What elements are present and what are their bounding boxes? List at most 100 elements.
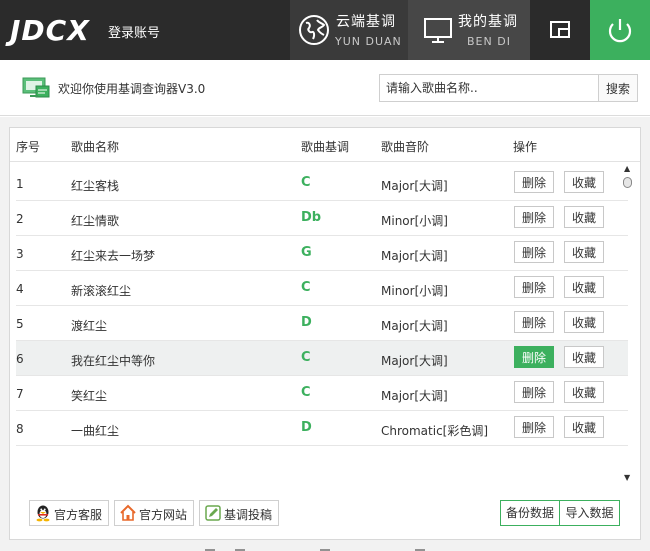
row-song-name: 我在红尘中等你: [71, 354, 156, 368]
submit-tone-label: 基调投稿: [224, 508, 273, 522]
favorite-button[interactable]: 收藏: [564, 311, 604, 333]
row-song-name: 一曲红尘: [71, 424, 120, 438]
welcome-message: 欢迎你使用基调查询器V3.0: [58, 82, 206, 96]
row-index: 7: [16, 387, 24, 401]
table-row[interactable]: 4 新滚滚红尘 C Minor[小调] 删除 收藏: [16, 271, 628, 306]
table-row[interactable]: 3 红尘来去一场梦 G Major[大调] 删除 收藏: [16, 236, 628, 271]
row-song-name: 红尘客栈: [71, 179, 120, 193]
row-song-scale: Chromatic[彩色调]: [381, 424, 489, 438]
table-header: 序号 歌曲名称 歌曲基调 歌曲音阶 操作: [10, 128, 640, 162]
row-song-scale: Major[大调]: [381, 389, 448, 403]
row-index: 5: [16, 317, 24, 331]
row-song-scale: Major[大调]: [381, 319, 448, 333]
power-button[interactable]: [590, 0, 650, 60]
table-row[interactable]: 2 红尘情歌 Db Minor[小调] 删除 收藏: [16, 201, 628, 236]
header-action: 操作: [513, 140, 538, 154]
row-song-key: Db: [301, 210, 322, 225]
favorite-button[interactable]: 收藏: [564, 171, 604, 193]
row-song-name: 新滚滚红尘: [71, 284, 132, 298]
table-row[interactable]: 7 笑红尘 C Major[大调] 删除 收藏: [16, 376, 628, 411]
row-index: 8: [16, 422, 24, 436]
delete-button[interactable]: 删除: [514, 276, 554, 298]
delete-button[interactable]: 删除: [514, 311, 554, 333]
favorite-button[interactable]: 收藏: [564, 346, 604, 368]
delete-button[interactable]: 删除: [514, 171, 554, 193]
favorite-button[interactable]: 收藏: [564, 381, 604, 403]
official-service-label: 官方客服: [54, 508, 103, 522]
favorite-button[interactable]: 收藏: [564, 276, 604, 298]
row-song-scale: Major[大调]: [381, 179, 448, 193]
row-song-key: C: [301, 350, 311, 365]
nav-local-subtitle: BEN DI: [467, 35, 511, 48]
row-song-scale: Minor[小调]: [381, 214, 448, 228]
row-song-key: C: [301, 175, 311, 190]
scroll-up-icon[interactable]: ▲: [624, 164, 630, 173]
row-song-name: 渡红尘: [71, 319, 108, 333]
table-scrollbar[interactable]: ▲ ▼: [622, 164, 634, 485]
delete-button[interactable]: 删除: [514, 206, 554, 228]
row-song-key: D: [301, 315, 312, 330]
row-index: 1: [16, 177, 24, 191]
song-search-input[interactable]: [379, 74, 599, 102]
song-table-panel: 序号 歌曲名称 歌曲基调 歌曲音阶 操作 1 红尘客栈 C Major[大调] 删除 收藏…: [9, 127, 641, 540]
monitor-icon: [424, 18, 452, 43]
delete-button[interactable]: 删除: [514, 346, 554, 368]
nav-local-title: 我的基调: [458, 14, 518, 30]
header-song-name: 歌曲名称: [71, 140, 120, 154]
table-row[interactable]: 5 渡红尘 D Major[大调] 删除 收藏: [16, 306, 628, 341]
app-monitor-icon: [22, 77, 50, 98]
nav-cloud-tone-button[interactable]: 云端基调 YUN DUAN: [290, 0, 408, 60]
row-index: 3: [16, 247, 24, 261]
scroll-down-icon[interactable]: ▼: [624, 473, 630, 482]
row-song-scale: Major[大调]: [381, 249, 448, 263]
delete-button[interactable]: 删除: [514, 241, 554, 263]
bottom-edge-marks: [205, 549, 425, 551]
power-icon: [608, 19, 632, 43]
row-song-name: 红尘来去一场梦: [71, 249, 156, 263]
title-bar: JDCX 登录账号 云端基调 YUN DUAN 我的基调 BEN DI: [0, 0, 650, 60]
row-song-key: C: [301, 385, 311, 400]
favorite-button[interactable]: 收藏: [564, 416, 604, 438]
row-index: 6: [16, 352, 24, 366]
row-song-key: C: [301, 280, 311, 295]
edit-icon: [205, 505, 221, 521]
home-icon: [120, 504, 136, 521]
delete-button[interactable]: 删除: [514, 416, 554, 438]
table-row[interactable]: 8 一曲红尘 D Chromatic[彩色调] 删除 收藏: [16, 411, 628, 446]
nav-cloud-subtitle: YUN DUAN: [335, 35, 402, 48]
row-song-scale: Major[大调]: [381, 354, 448, 368]
header-index: 序号: [16, 140, 41, 154]
official-service-button[interactable]: 官方客服: [29, 500, 109, 526]
backup-data-button[interactable]: 备份数据: [501, 501, 560, 525]
table-row[interactable]: 6 我在红尘中等你 C Major[大调] 删除 收藏: [16, 341, 628, 376]
header-song-key: 歌曲基调: [301, 140, 350, 154]
official-website-label: 官方网站: [139, 508, 188, 522]
favorite-button[interactable]: 收藏: [564, 206, 604, 228]
globe-icon: [299, 15, 329, 45]
login-link[interactable]: 登录账号: [108, 22, 160, 41]
nav-cloud-title: 云端基调: [336, 14, 396, 30]
row-song-key: D: [301, 420, 312, 435]
official-website-button[interactable]: 官方网站: [114, 500, 194, 526]
nav-my-tone-button[interactable]: 我的基调 BEN DI: [408, 0, 530, 60]
row-song-scale: Minor[小调]: [381, 284, 448, 298]
scroll-thumb[interactable]: [623, 177, 632, 188]
app-logo: JDCX: [10, 14, 90, 47]
delete-button[interactable]: 删除: [514, 381, 554, 403]
row-index: 4: [16, 282, 24, 296]
row-song-key: G: [301, 245, 312, 260]
submit-tone-button[interactable]: 基调投稿: [199, 500, 279, 526]
window-mode-icon: [550, 21, 570, 38]
search-button[interactable]: 搜索: [598, 74, 638, 102]
window-mode-button[interactable]: [530, 0, 590, 60]
favorite-button[interactable]: 收藏: [564, 241, 604, 263]
row-song-name: 红尘情歌: [71, 214, 120, 228]
import-data-button[interactable]: 导入数据: [560, 501, 619, 525]
data-button-group: 备份数据 导入数据: [500, 500, 620, 526]
welcome-bar: 欢迎你使用基调查询器V3.0 搜索: [0, 60, 650, 116]
row-song-name: 笑红尘: [71, 389, 108, 403]
row-index: 2: [16, 212, 24, 226]
penguin-icon: [36, 505, 50, 522]
header-song-scale: 歌曲音阶: [381, 140, 430, 154]
table-row[interactable]: 1 红尘客栈 C Major[大调] 删除 收藏: [16, 166, 628, 201]
